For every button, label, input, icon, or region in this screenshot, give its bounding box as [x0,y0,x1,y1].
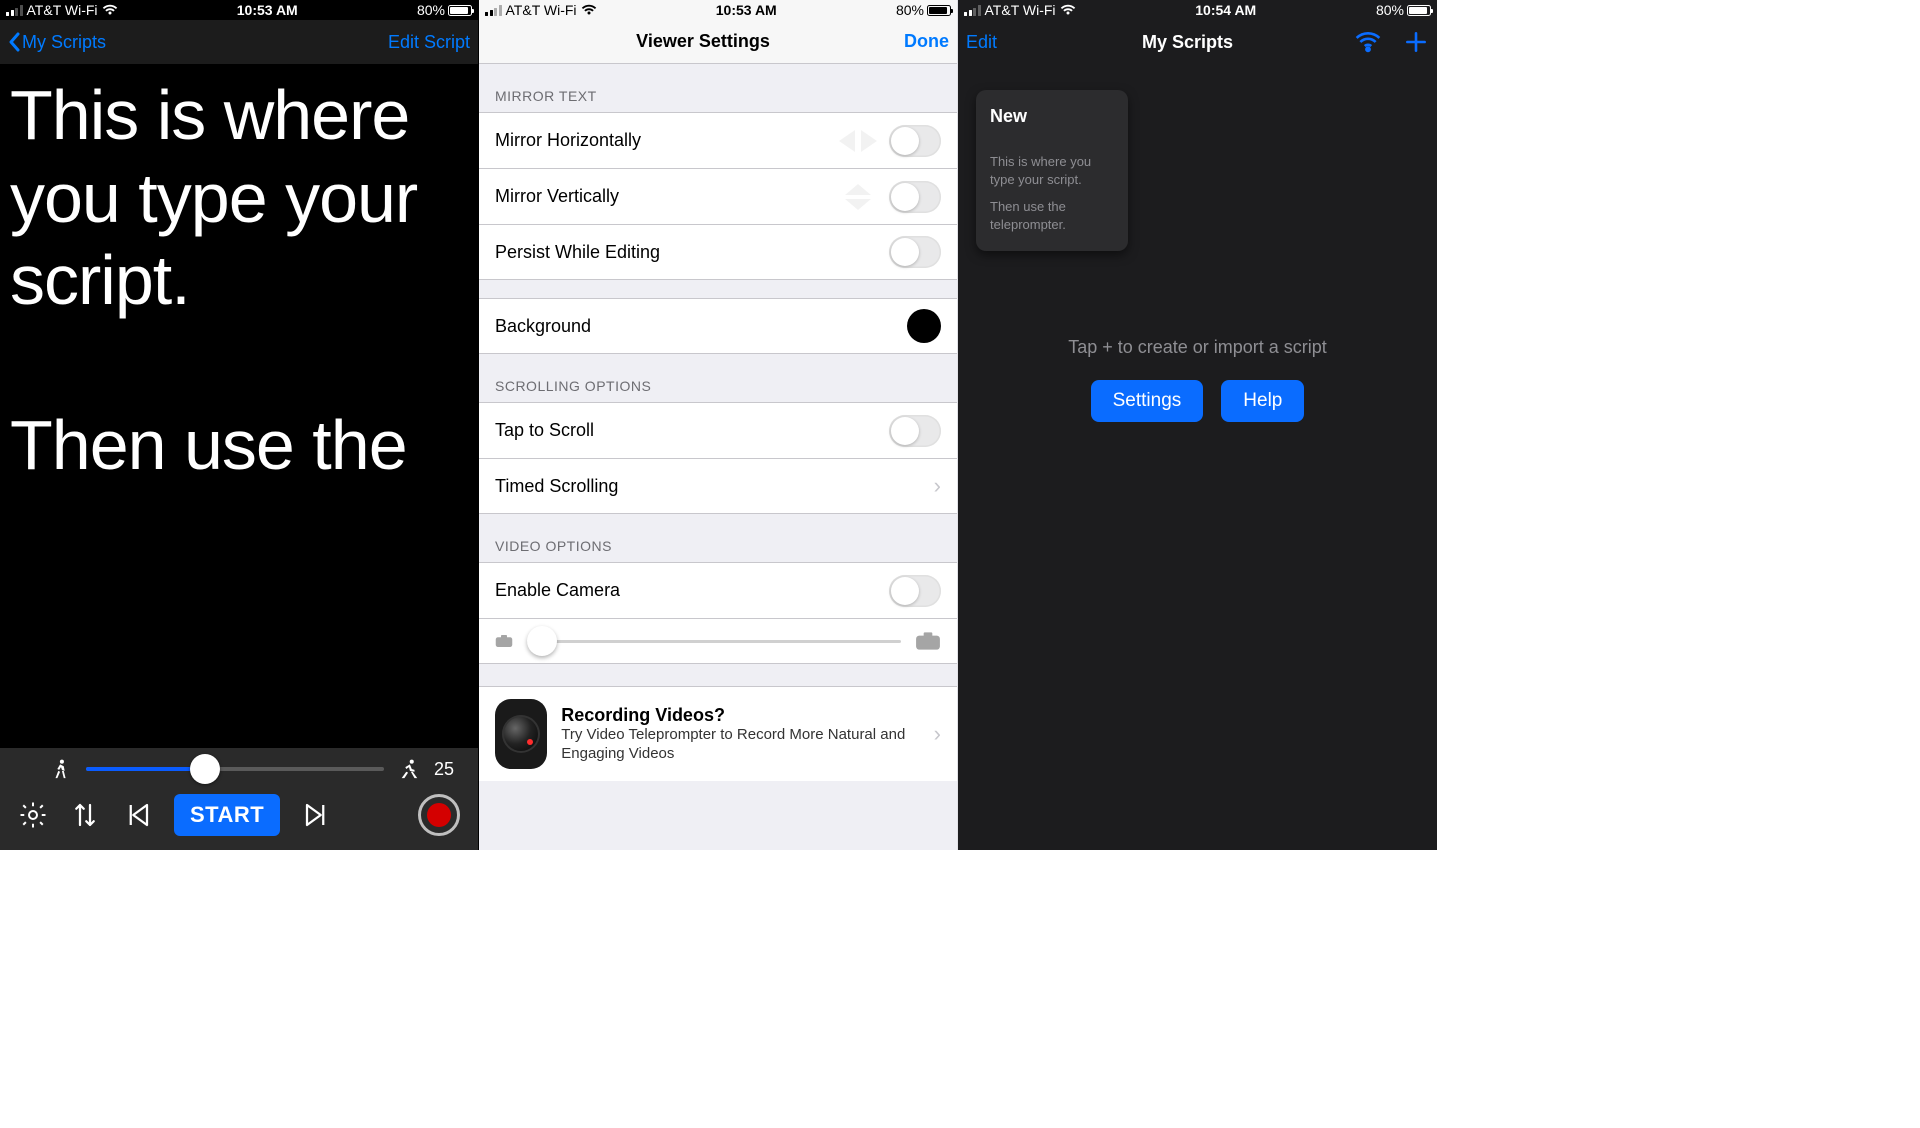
clock: 10:53 AM [237,2,298,18]
wifi-icon [581,4,597,16]
chevron-right-icon: › [934,473,941,499]
page-title: My Scripts [1026,32,1349,53]
nav-bar: My Scripts Edit Script [0,20,478,64]
enable-camera-toggle[interactable] [889,575,941,607]
clock: 10:53 AM [716,2,777,18]
battery-percent: 80% [1376,2,1404,18]
script-card[interactable]: New This is where you type your script. … [976,90,1128,251]
wifi-icon [102,4,118,16]
background-color-swatch [907,309,941,343]
done-button[interactable]: Done [859,31,949,52]
script-card-title: New [990,106,1114,127]
battery-icon [927,5,951,16]
persist-toggle[interactable] [889,236,941,268]
camera-size-slider-row[interactable] [479,618,957,664]
promo-title: Recording Videos? [561,705,905,726]
page-title: Viewer Settings [547,31,859,52]
speed-value: 25 [434,759,460,780]
battery-icon [448,5,472,16]
my-scripts-screen: AT&T Wi-Fi 10:54 AM 80% Edit My Scripts … [958,0,1437,850]
status-bar: AT&T Wi-Fi 10:53 AM 80% [479,0,957,20]
persist-editing-row[interactable]: Persist While Editing [479,224,957,280]
swap-direction-icon[interactable] [70,800,100,830]
teleprompter-screen: AT&T Wi-Fi 10:53 AM 80% My Scripts Edit … [0,0,479,850]
gear-icon[interactable] [18,800,48,830]
signal-icon [964,5,981,16]
edit-button[interactable]: Edit [966,32,1026,53]
background-row[interactable]: Background [479,298,957,354]
record-button[interactable] [418,794,460,836]
empty-hint: Tap + to create or import a script [976,337,1419,358]
controls-bar: 25 START [0,748,478,850]
speed-slider[interactable] [86,767,384,771]
edit-script-button[interactable]: Edit Script [380,32,470,53]
signal-icon [485,5,502,16]
script-text[interactable]: This is where you type your script. Then… [0,64,478,748]
mirror-horizontally-row[interactable]: Mirror Horizontally [479,112,957,168]
start-button[interactable]: START [174,794,280,836]
back-button[interactable]: My Scripts [8,32,106,53]
camera-small-icon [495,634,513,648]
viewer-settings-screen: AT&T Wi-Fi 10:53 AM 80% Viewer Settings … [479,0,958,850]
battery-icon [1407,5,1431,16]
clock: 10:54 AM [1195,2,1256,18]
tap-to-scroll-toggle[interactable] [889,415,941,447]
mirror-vertical-toggle[interactable] [889,181,941,213]
carrier-label: AT&T Wi-Fi [985,2,1056,18]
promo-subtitle: Try Video Teleprompter to Record More Na… [561,726,905,764]
section-header-video: VIDEO OPTIONS [479,514,957,562]
carrier-label: AT&T Wi-Fi [506,2,577,18]
mirror-horizontal-toggle[interactable] [889,125,941,157]
mirror-vertically-row[interactable]: Mirror Vertically [479,168,957,224]
timed-scrolling-row[interactable]: Timed Scrolling › [479,458,957,514]
chevron-left-icon [8,32,20,52]
nav-bar: Viewer Settings Done [479,20,957,64]
mirror-horizontal-icon [837,126,879,156]
nav-bar: Edit My Scripts [958,20,1437,64]
promo-app-icon [495,699,547,769]
run-icon [398,756,420,782]
status-bar: AT&T Wi-Fi 10:54 AM 80% [958,0,1437,20]
battery-percent: 80% [896,2,924,18]
help-button[interactable]: Help [1221,380,1304,422]
plus-icon[interactable] [1403,29,1429,55]
settings-button[interactable]: Settings [1091,380,1204,422]
battery-percent: 80% [417,2,445,18]
skip-forward-icon[interactable] [302,800,332,830]
status-bar: AT&T Wi-Fi 10:53 AM 80% [0,0,478,20]
remote-icon[interactable] [1355,29,1381,55]
wifi-icon [1060,4,1076,16]
chevron-right-icon: › [934,721,941,747]
skip-back-icon[interactable] [122,800,152,830]
section-header-scrolling: SCROLLING OPTIONS [479,354,957,402]
signal-icon [6,5,23,16]
carrier-label: AT&T Wi-Fi [27,2,98,18]
enable-camera-row[interactable]: Enable Camera [479,562,957,618]
section-header-mirror: MIRROR TEXT [479,64,957,112]
tap-to-scroll-row[interactable]: Tap to Scroll [479,402,957,458]
camera-size-slider[interactable] [527,640,901,643]
mirror-vertical-icon [837,182,879,212]
promo-row[interactable]: Recording Videos? Try Video Teleprompter… [479,686,957,781]
walk-icon [50,756,72,782]
camera-large-icon [915,631,941,651]
